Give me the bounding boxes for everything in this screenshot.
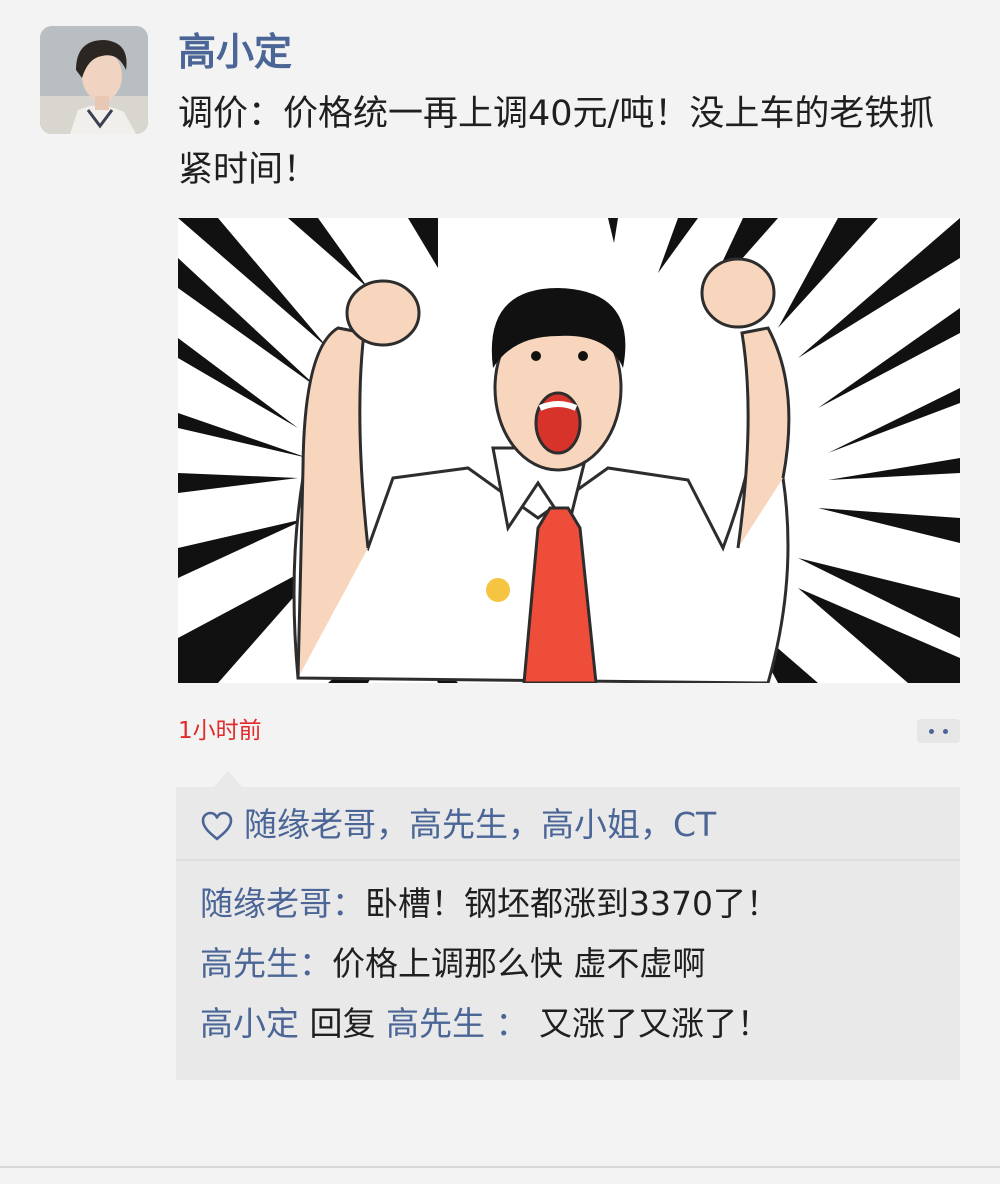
comment-item[interactable]: 高先生：价格上调那么快 虚不虚啊 bbox=[200, 941, 706, 987]
comment-author[interactable]: 随缘老哥 bbox=[200, 884, 332, 923]
post-timestamp: 1小时前 bbox=[178, 718, 262, 744]
comment-author[interactable]: 高先生 bbox=[200, 944, 299, 983]
comment-text: 又涨了又涨了！ bbox=[538, 1004, 770, 1043]
like-names[interactable]: 随缘老哥，高先生，高小姐，CT bbox=[244, 803, 716, 847]
likes-row: 随缘老哥，高先生，高小姐，CT bbox=[176, 787, 960, 861]
comment-author[interactable]: 高小定 bbox=[200, 1004, 299, 1043]
more-dot-icon bbox=[943, 729, 948, 734]
post-text: 调价：价格统一再上调40元/吨！没上车的老铁抓紧时间！ bbox=[178, 94, 935, 190]
post-author-name[interactable]: 高小定 bbox=[178, 28, 292, 76]
cartoon-cheering-man-image bbox=[178, 218, 960, 683]
comment-text: 卧槽！钢坯都涨到3370了！ bbox=[365, 884, 779, 923]
comment-item[interactable]: 随缘老哥：卧槽！钢坯都涨到3370了！ bbox=[200, 881, 779, 927]
comment-separator: ： bbox=[299, 944, 332, 983]
more-dot-icon bbox=[929, 729, 934, 734]
comment-separator: ： bbox=[332, 884, 365, 923]
bottom-divider bbox=[0, 1166, 1000, 1168]
post-image[interactable] bbox=[178, 218, 960, 683]
comment-separator: ： bbox=[484, 1004, 539, 1043]
avatar-photo bbox=[40, 26, 148, 134]
likes-and-comments-panel: 随缘老哥，高先生，高小姐，CT 随缘老哥：卧槽！钢坯都涨到3370了！ 高先生：… bbox=[176, 787, 960, 1080]
comment-text: 价格上调那么快 虚不虚啊 bbox=[332, 944, 706, 983]
interaction-box-arrow bbox=[214, 771, 242, 787]
author-avatar[interactable] bbox=[40, 26, 148, 134]
reply-word: 回复 bbox=[299, 1004, 386, 1043]
reply-target[interactable]: 高先生 bbox=[386, 1004, 485, 1043]
comment-item[interactable]: 高小定 回复 高先生 ： 又涨了又涨了！ bbox=[200, 1001, 770, 1047]
heart-outline-icon bbox=[201, 811, 233, 841]
more-options-button[interactable] bbox=[917, 719, 960, 743]
